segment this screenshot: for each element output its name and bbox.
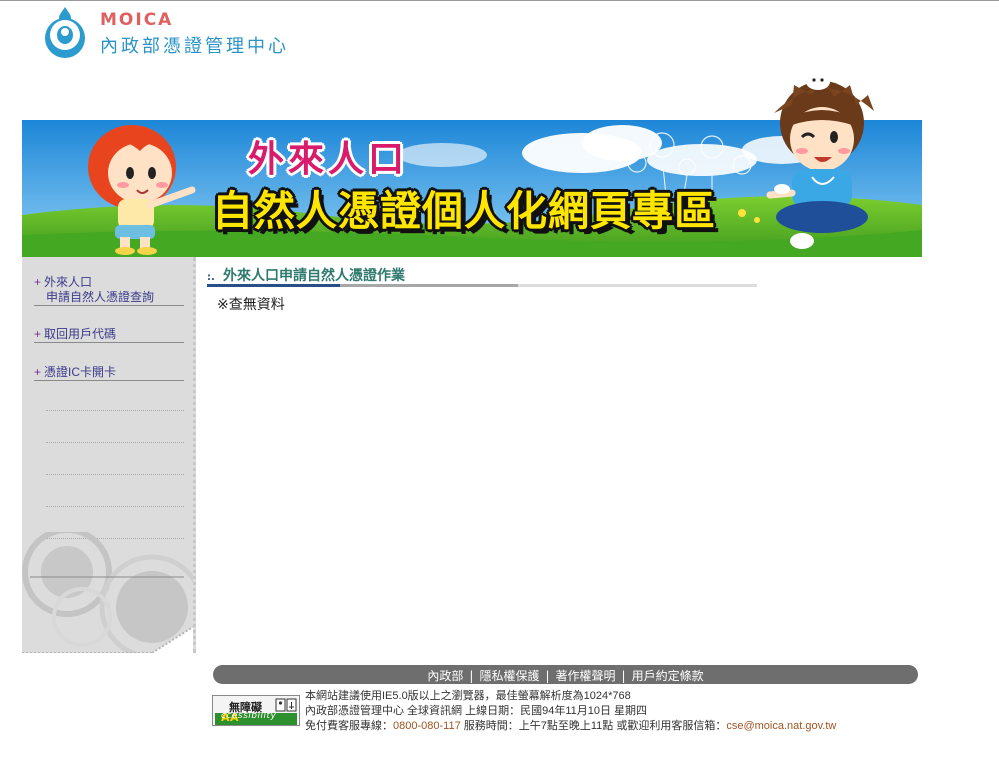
accessibility-icon [275,698,297,712]
plus-icon: + [34,327,42,341]
moica-logo-icon [45,7,85,58]
sidebar-item-label: 外來人口 [44,275,93,289]
sidebar-decoration [22,532,193,653]
title-underline [518,284,757,287]
title-bullet-icon: :. [207,272,215,283]
footer-info: 本網站建議使用IE5.0版以上之瀏覽器，最佳螢幕解析度為1024*768 內政部… [305,689,836,734]
no-data-message: ※查無資料 [217,297,285,313]
logo-title-en: MOICA [100,10,174,30]
banner: 外來人口 自然人憑證個人化網頁專區 [22,65,922,257]
section-title-text: 外來人口申請自然人憑證作業 [223,267,405,283]
section-title: :. 外來人口申請自然人憑證作業 [207,265,757,290]
top-border [0,0,999,1]
divider [46,410,184,411]
footer-separator: | [545,669,550,683]
footer-launch-date: 內政部憑證管理中心 全球資訊網 上線日期：民國94年11月10日 星期四 [305,705,648,717]
footer-phone: 0800-080-117 [393,720,461,732]
title-underline [207,284,340,287]
accessibility-badge[interactable]: 無障礙 AA ccessibility [212,695,300,726]
plus-icon: + [34,275,42,289]
moica-logo[interactable]: MOICA 內政部憑證管理中心 [38,5,308,60]
footer-separator: | [621,669,626,683]
sidebar-item-label: 憑證IC卡開卡 [44,365,117,379]
footer-hours: 服務時間：上午7點至晚上11點 或歡迎利用客服信箱： [460,720,727,732]
sidebar-item-sublabel: 申請自然人憑證查詢 [46,290,155,304]
footer-contact: 免付費客服專線：0800-080-117 服務時間：上午7點至晚上11點 或歡迎… [305,719,836,734]
footer-link-moi[interactable]: 內政部 [421,669,469,683]
logo-title-zh: 內政部憑證管理中心 [100,36,289,57]
sidebar-item-ic-card-activate[interactable]: + 憑證IC卡開卡 [34,365,184,381]
plus-icon: + [34,365,42,379]
sidebar-item-retrieve-user-code[interactable]: + 取回用戶代碼 [34,327,184,343]
divider [46,442,184,443]
sidebar: + 外來人口 申請自然人憑證查詢 + 取回用戶代碼 + 憑證IC卡開卡 [22,257,196,653]
badge-strip: AA ccessibility [215,711,297,725]
banner-title-line2: 自然人憑證個人化網頁專區 [212,187,716,235]
footer-nav: 內政部 | 隱私權保護 | 著作權聲明 | 用戶約定條款 [213,665,918,684]
footer-link-privacy[interactable]: 隱私權保護 [473,669,545,683]
footer-link-terms[interactable]: 用戶約定條款 [626,669,710,683]
title-underline [340,284,518,287]
footer-link-copyright[interactable]: 著作權聲明 [550,669,622,683]
divider [46,474,184,475]
badge-accessibility: ccessibility [221,711,277,721]
footer-browser-note: 本網站建議使用IE5.0版以上之瀏覽器，最佳螢幕解析度為1024*768 [305,690,631,702]
divider [46,506,184,507]
sidebar-item-foreigner-query[interactable]: + 外來人口 申請自然人憑證查詢 [34,275,184,306]
banner-title-line1: 外來人口 [248,139,409,180]
footer-email-link[interactable]: cse@moica.nat.gov.tw [726,720,836,732]
footer-hotline-label: 免付費客服專線： [305,720,393,732]
sidebar-item-label: 取回用戶代碼 [44,327,117,341]
